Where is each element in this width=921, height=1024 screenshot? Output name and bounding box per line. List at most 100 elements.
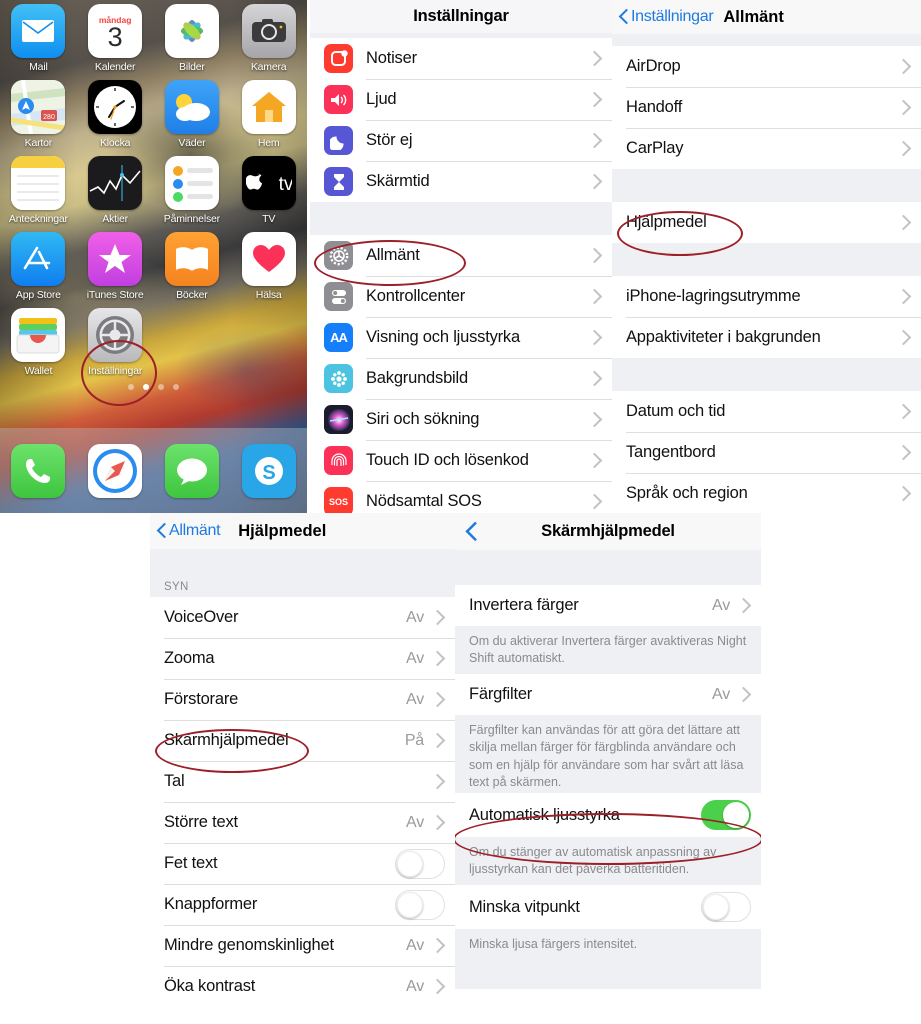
chevron-right-icon bbox=[429, 691, 446, 708]
display-row-automatisk-ljusstyrka[interactable]: Automatisk ljusstyrka bbox=[455, 793, 761, 837]
app-kalender[interactable]: måndag 3 Kalender bbox=[82, 4, 148, 73]
accessibility-row-oka-kontrast[interactable]: Öka kontrast Av bbox=[150, 966, 455, 1007]
settings-row-visning-ljusstyrka[interactable]: AA Visning och ljusstyrka bbox=[310, 317, 612, 358]
control-center-icon bbox=[324, 282, 353, 311]
page-dot[interactable] bbox=[173, 384, 179, 390]
general-row-tangentbord[interactable]: Tangentbord bbox=[612, 432, 921, 473]
row-value: Av bbox=[712, 685, 730, 703]
toggle-fet-text[interactable] bbox=[395, 848, 445, 879]
settings-row-touch-id[interactable]: Touch ID och lösenkod bbox=[310, 440, 612, 481]
app-wallet[interactable]: Wallet bbox=[5, 308, 71, 377]
chevron-right-icon bbox=[586, 132, 603, 149]
app-row: App Store iTunes Store Böcker Hälsa bbox=[0, 232, 307, 301]
toggle-knob bbox=[723, 802, 749, 828]
app-kartor[interactable]: 280 Kartor bbox=[5, 80, 71, 149]
app-tv[interactable]: tv TV bbox=[236, 156, 302, 225]
row-label: Visning och ljusstyrka bbox=[366, 328, 520, 346]
app-vader[interactable]: Väder bbox=[159, 80, 225, 149]
safari-icon[interactable] bbox=[88, 443, 143, 498]
general-row-carplay[interactable]: CarPlay bbox=[612, 128, 921, 169]
general-panel: Inställningar Allmänt AirDrop Handoff Ca… bbox=[612, 0, 921, 513]
row-label: Kontrollcenter bbox=[366, 287, 466, 305]
general-row-datum-och-tid[interactable]: Datum och tid bbox=[612, 391, 921, 432]
back-button-allmant[interactable]: Allmänt bbox=[150, 522, 221, 540]
app-label: iTunes Store bbox=[86, 289, 144, 301]
general-row-sprak-och-region[interactable]: Språk och region bbox=[612, 473, 921, 513]
display-row-invertera-farger[interactable]: Invertera färger Av bbox=[455, 585, 761, 626]
settings-row-siri[interactable]: Siri och sökning bbox=[310, 399, 612, 440]
settings-row-bakgrundsbild[interactable]: Bakgrundsbild bbox=[310, 358, 612, 399]
accessibility-row-fet-text[interactable]: Fet text bbox=[150, 843, 455, 884]
accessibility-row-skarmhjalpmedel[interactable]: Skärmhjälpmedel På bbox=[150, 720, 455, 761]
app-installningar[interactable]: Inställningar bbox=[82, 308, 148, 377]
chevron-right-icon bbox=[586, 370, 603, 387]
footnote-minska-vitpunkt: Minska ljusa färgers intensitet. bbox=[455, 929, 761, 989]
settings-row-notiser[interactable]: Notiser bbox=[310, 38, 612, 79]
display-row-fargfilter[interactable]: Färgfilter Av bbox=[455, 674, 761, 715]
accessibility-row-tal[interactable]: Tal bbox=[150, 761, 455, 802]
weather-icon bbox=[164, 80, 219, 134]
phone-icon[interactable] bbox=[11, 443, 66, 498]
settings-row-skarmtid[interactable]: Skärmtid bbox=[310, 161, 612, 202]
general-gear-icon bbox=[324, 241, 353, 270]
app-mail[interactable]: Mail bbox=[5, 4, 71, 73]
app-klocka[interactable]: Klocka bbox=[82, 80, 148, 149]
row-label: Skärmtid bbox=[366, 172, 430, 190]
app-aktier[interactable]: Aktier bbox=[82, 156, 148, 225]
skype-icon[interactable]: S bbox=[241, 443, 296, 498]
accessibility-row-zooma[interactable]: Zooma Av bbox=[150, 638, 455, 679]
app-appstore[interactable]: App Store bbox=[5, 232, 71, 301]
toggle-knappformer[interactable] bbox=[395, 889, 445, 920]
app-kamera[interactable]: Kamera bbox=[236, 4, 302, 73]
accessibility-row-knappformer[interactable]: Knappformer bbox=[150, 884, 455, 925]
app-label: Mail bbox=[29, 61, 48, 73]
app-itunes[interactable]: iTunes Store bbox=[82, 232, 148, 301]
toggle-automatisk-ljusstyrka[interactable] bbox=[701, 800, 751, 830]
general-row-iphone-lagringsutrymme[interactable]: iPhone-lagringsutrymme bbox=[612, 276, 921, 317]
accessibility-row-voiceover[interactable]: VoiceOver Av bbox=[150, 597, 455, 638]
app-label: Bilder bbox=[179, 61, 205, 73]
row-label: Nödsamtal SOS bbox=[366, 492, 482, 510]
settings-row-kontrollcenter[interactable]: Kontrollcenter bbox=[310, 276, 612, 317]
settings-row-stor-ej[interactable]: Stör ej bbox=[310, 120, 612, 161]
general-row-hjalpmedel[interactable]: Hjälpmedel bbox=[612, 202, 921, 243]
messages-icon[interactable] bbox=[164, 443, 219, 498]
chevron-right-icon bbox=[429, 978, 446, 995]
general-row-appaktiviteter[interactable]: Appaktiviteter i bakgrunden bbox=[612, 317, 921, 358]
back-button-installningar[interactable]: Inställningar bbox=[612, 8, 714, 26]
toggle-minska-vitpunkt[interactable] bbox=[701, 892, 751, 922]
app-bilder[interactable]: Bilder bbox=[159, 4, 225, 73]
photos-icon bbox=[164, 4, 219, 58]
chevron-right-icon bbox=[429, 732, 446, 749]
app-anteckningar[interactable]: Anteckningar bbox=[5, 156, 71, 225]
app-paminnelser[interactable]: Påminnelser bbox=[159, 156, 225, 225]
page-dot-active[interactable] bbox=[143, 384, 149, 390]
settings-row-nodsamtal-sos[interactable]: SOS Nödsamtal SOS bbox=[310, 481, 612, 513]
sos-icon: SOS bbox=[324, 487, 353, 513]
app-hem[interactable]: Hem bbox=[236, 80, 302, 149]
row-label: Touch ID och lösenkod bbox=[366, 451, 529, 469]
accessibility-row-storre-text[interactable]: Större text Av bbox=[150, 802, 455, 843]
app-bocker[interactable]: Böcker bbox=[159, 232, 225, 301]
group-gap bbox=[612, 243, 921, 276]
app-halsa[interactable]: Hälsa bbox=[236, 232, 302, 301]
accessibility-row-mindre-genomskinlighet[interactable]: Mindre genomskinlighet Av bbox=[150, 925, 455, 966]
back-button[interactable] bbox=[455, 523, 477, 541]
page-dot[interactable] bbox=[128, 384, 134, 390]
chevron-left-icon bbox=[619, 8, 629, 26]
settings-row-ljud[interactable]: Ljud bbox=[310, 79, 612, 120]
page-dot[interactable] bbox=[158, 384, 164, 390]
dock: S bbox=[0, 428, 307, 513]
general-row-handoff[interactable]: Handoff bbox=[612, 87, 921, 128]
row-label: Siri och sökning bbox=[366, 410, 480, 428]
chevron-right-icon bbox=[586, 493, 603, 510]
accessibility-row-forstorare[interactable]: Förstorare Av bbox=[150, 679, 455, 720]
row-value: Av bbox=[406, 936, 424, 954]
chevron-right-icon bbox=[586, 452, 603, 469]
display-row-minska-vitpunkt[interactable]: Minska vitpunkt bbox=[455, 885, 761, 929]
chevron-right-icon bbox=[895, 403, 912, 420]
settings-panel: Inställningar Notiser Ljud Stör ej Skärm… bbox=[310, 0, 612, 513]
general-row-airdrop[interactable]: AirDrop bbox=[612, 46, 921, 87]
maps-icon: 280 bbox=[11, 80, 66, 134]
settings-row-allmant[interactable]: Allmänt bbox=[310, 235, 612, 276]
